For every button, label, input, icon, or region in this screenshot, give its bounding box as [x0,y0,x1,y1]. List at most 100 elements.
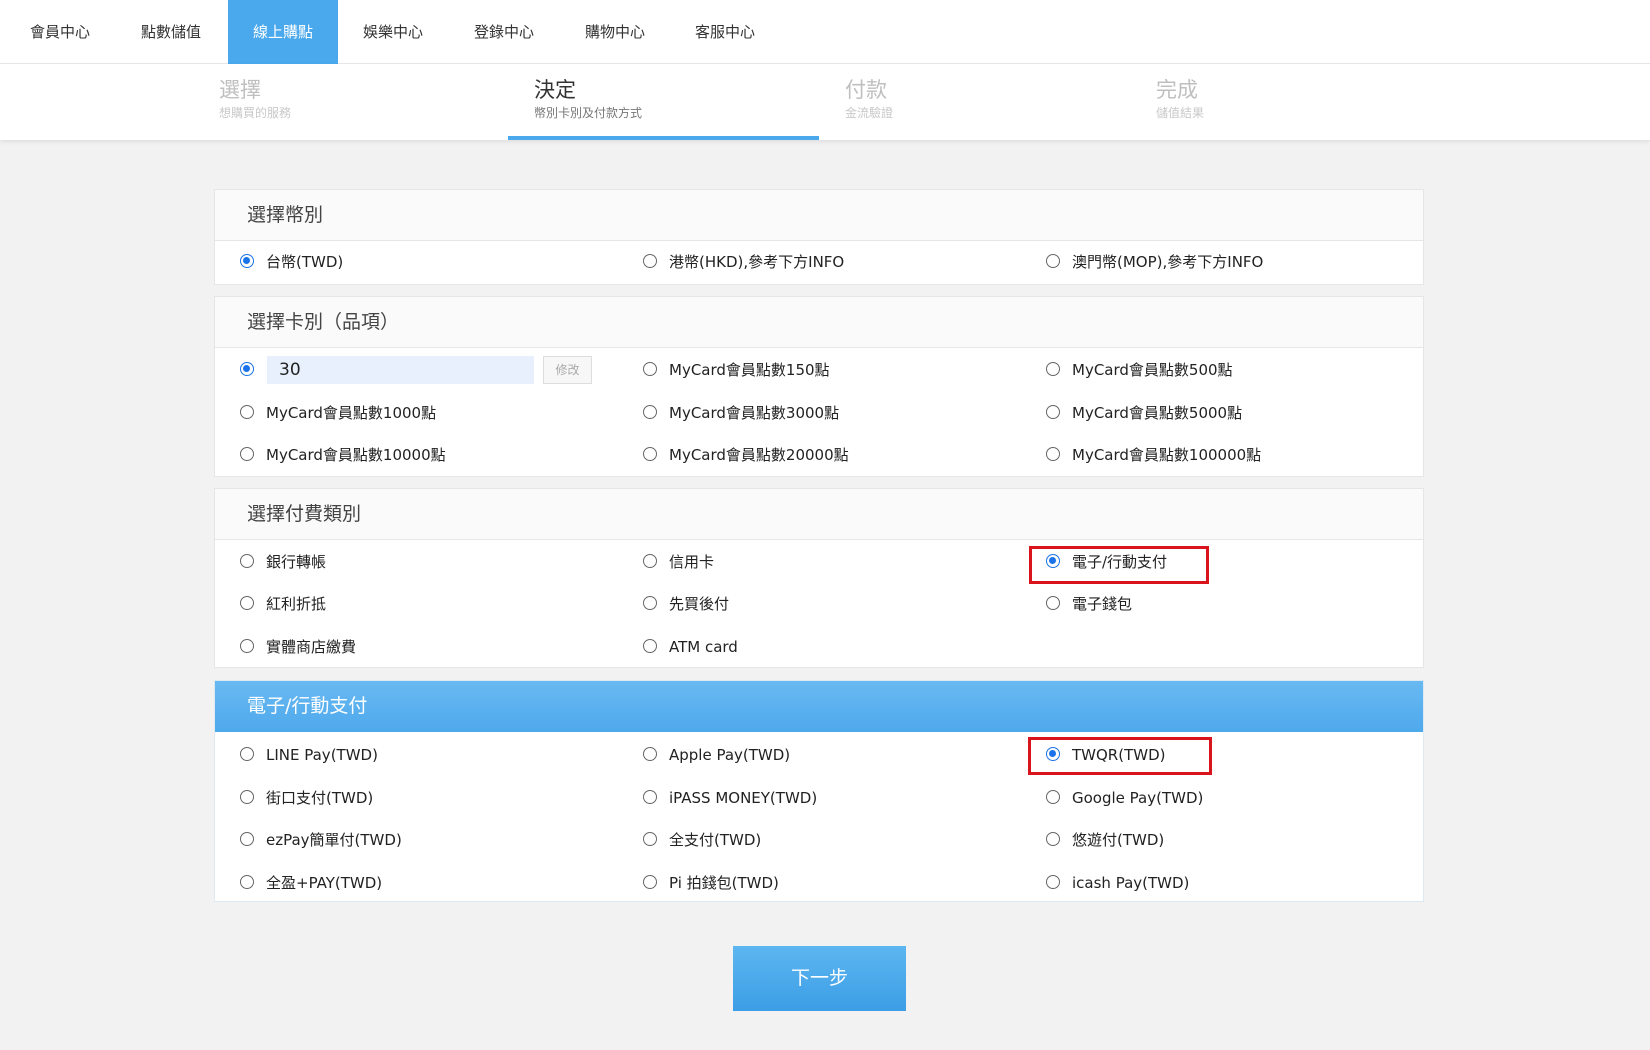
step-title: 決定 [534,78,576,102]
mobile-option-ipass[interactable]: iPASS MONEY(TWD) [643,783,817,813]
mobile-option-easywallet[interactable]: 悠遊付(TWD) [1046,825,1164,855]
radio-icon[interactable] [643,404,657,419]
radio-icon[interactable] [1046,446,1060,461]
option-label: 悠遊付(TWD) [1072,831,1165,849]
currency-option-twd[interactable]: 台幣(TWD) [240,247,343,277]
radio-icon[interactable] [240,446,254,461]
radio-checked-icon[interactable] [240,253,254,268]
card-option-150[interactable]: MyCard會員點數150點 [643,355,830,385]
step-subtitle: 幣別卡別及付款方式 [534,106,643,120]
radio-icon[interactable] [240,553,254,568]
mobile-option-googlepay[interactable]: Google Pay(TWD) [1046,783,1203,813]
radio-icon[interactable] [240,831,254,846]
selection-highlight-box [1029,546,1209,584]
option-label: MyCard會員點數150點 [669,361,830,379]
mobile-option-icashpay[interactable]: icash Pay(TWD) [1046,868,1189,898]
radio-icon[interactable] [643,831,657,846]
radio-icon[interactable] [643,361,657,376]
option-label: 銀行轉帳 [266,553,327,571]
radio-icon[interactable] [643,446,657,461]
radio-icon[interactable] [643,253,657,268]
next-step-button[interactable]: 下一步 [733,946,906,1011]
card-option-100000[interactable]: MyCard會員點數100000點 [1046,440,1261,470]
card-option-5000[interactable]: MyCard會員點數5000點 [1046,398,1242,428]
mobile-option-pxpay[interactable]: 全支付(TWD) [643,825,761,855]
radio-icon[interactable] [643,595,657,610]
radio-icon[interactable] [240,789,254,804]
card-option-20000[interactable]: MyCard會員點數20000點 [643,440,849,470]
step-complete: 完成 儲值結果 [1130,64,1441,140]
radio-icon[interactable] [643,746,657,761]
nav-customer-service[interactable]: 客服中心 [670,0,780,64]
option-label: ezPay簡單付(TWD) [266,831,402,849]
payment-option-atm[interactable]: ATM card [643,632,738,662]
card-option-10000[interactable]: MyCard會員點數10000點 [240,440,446,470]
radio-icon[interactable] [1046,404,1060,419]
payment-option-bnpl[interactable]: 先買後付 [643,589,729,619]
payment-option-ewallet[interactable]: 電子錢包 [1046,589,1132,619]
option-label: Apple Pay(TWD) [669,746,791,764]
option-label: 紅利折抵 [266,595,327,613]
payment-option-credit-card[interactable]: 信用卡 [643,547,714,577]
radio-icon[interactable] [1046,253,1060,268]
mobile-option-jkopay[interactable]: 街口支付(TWD) [240,783,373,813]
nav-online-purchase[interactable]: 線上購點 [228,0,338,64]
nav-register-center[interactable]: 登錄中心 [449,0,559,64]
card-option-custom[interactable] [240,355,266,385]
option-label: MyCard會員點數20000點 [669,446,849,464]
card-option-3000[interactable]: MyCard會員點數3000點 [643,398,839,428]
card-option-500[interactable]: MyCard會員點數500點 [1046,355,1233,385]
modify-button[interactable]: 修改 [543,356,592,384]
radio-icon[interactable] [643,789,657,804]
mobile-option-allplus[interactable]: 全盈+PAY(TWD) [240,868,382,898]
mobile-option-ezpay[interactable]: ezPay簡單付(TWD) [240,825,402,855]
nav-points-topup[interactable]: 點數儲值 [116,0,226,64]
card-option-1000[interactable]: MyCard會員點數1000點 [240,398,436,428]
option-label: 全支付(TWD) [669,831,762,849]
radio-icon[interactable] [1046,595,1060,610]
payment-option-store[interactable]: 實體商店繳費 [240,632,356,662]
radio-icon[interactable] [1046,361,1060,376]
radio-icon[interactable] [1046,831,1060,846]
radio-checked-icon[interactable] [240,361,254,376]
top-nav: 會員中心 點數儲值 線上購點 娛樂中心 登錄中心 購物中心 客服中心 [0,0,1650,64]
option-label: Google Pay(TWD) [1072,789,1204,807]
currency-option-mop[interactable]: 澳門幣(MOP),參考下方INFO [1046,247,1263,277]
radio-icon[interactable] [240,638,254,653]
radio-icon[interactable] [643,638,657,653]
option-label: 先買後付 [669,595,730,613]
mobile-pay-panel-title: 電子/行動支付 [215,681,1423,732]
radio-icon[interactable] [240,746,254,761]
radio-icon[interactable] [240,874,254,889]
payment-type-panel-title: 選擇付費類別 [215,489,1423,540]
step-title: 選擇 [219,78,261,102]
radio-icon[interactable] [643,874,657,889]
option-label: 電子錢包 [1072,595,1133,613]
mobile-option-applepay[interactable]: Apple Pay(TWD) [643,740,790,770]
radio-icon[interactable] [643,553,657,568]
radio-icon[interactable] [240,404,254,419]
currency-panel-title: 選擇幣別 [215,190,1423,241]
radio-icon[interactable] [1046,789,1060,804]
option-label: 實體商店繳費 [266,638,357,656]
option-label: MyCard會員點數100000點 [1072,446,1262,464]
step-indicator: 選擇 想購買的服務 決定 幣別卡別及付款方式 付款 金流驗證 完成 儲值結果 [0,64,1650,140]
custom-amount-input[interactable] [267,356,534,384]
nav-member-center[interactable]: 會員中心 [5,0,115,64]
step-title: 付款 [845,78,887,102]
card-panel: 選擇卡別（品項） 修改 MyCard會員點數150點 MyCard會員點數500… [214,296,1424,477]
mobile-option-linepay[interactable]: LINE Pay(TWD) [240,740,378,770]
option-label: MyCard會員點數10000點 [266,446,446,464]
radio-icon[interactable] [240,595,254,610]
option-label: icash Pay(TWD) [1072,874,1190,892]
nav-entertainment[interactable]: 娛樂中心 [338,0,448,64]
nav-shopping[interactable]: 購物中心 [560,0,670,64]
radio-icon[interactable] [1046,874,1060,889]
step-pay: 付款 金流驗證 [819,64,1130,140]
currency-option-hkd[interactable]: 港幣(HKD),參考下方INFO [643,247,844,277]
payment-option-bank-transfer[interactable]: 銀行轉帳 [240,547,326,577]
option-label: LINE Pay(TWD) [266,746,378,764]
payment-option-bonus[interactable]: 紅利折抵 [240,589,326,619]
step-subtitle: 金流驗證 [845,106,894,120]
mobile-option-piwallet[interactable]: Pi 拍錢包(TWD) [643,868,779,898]
